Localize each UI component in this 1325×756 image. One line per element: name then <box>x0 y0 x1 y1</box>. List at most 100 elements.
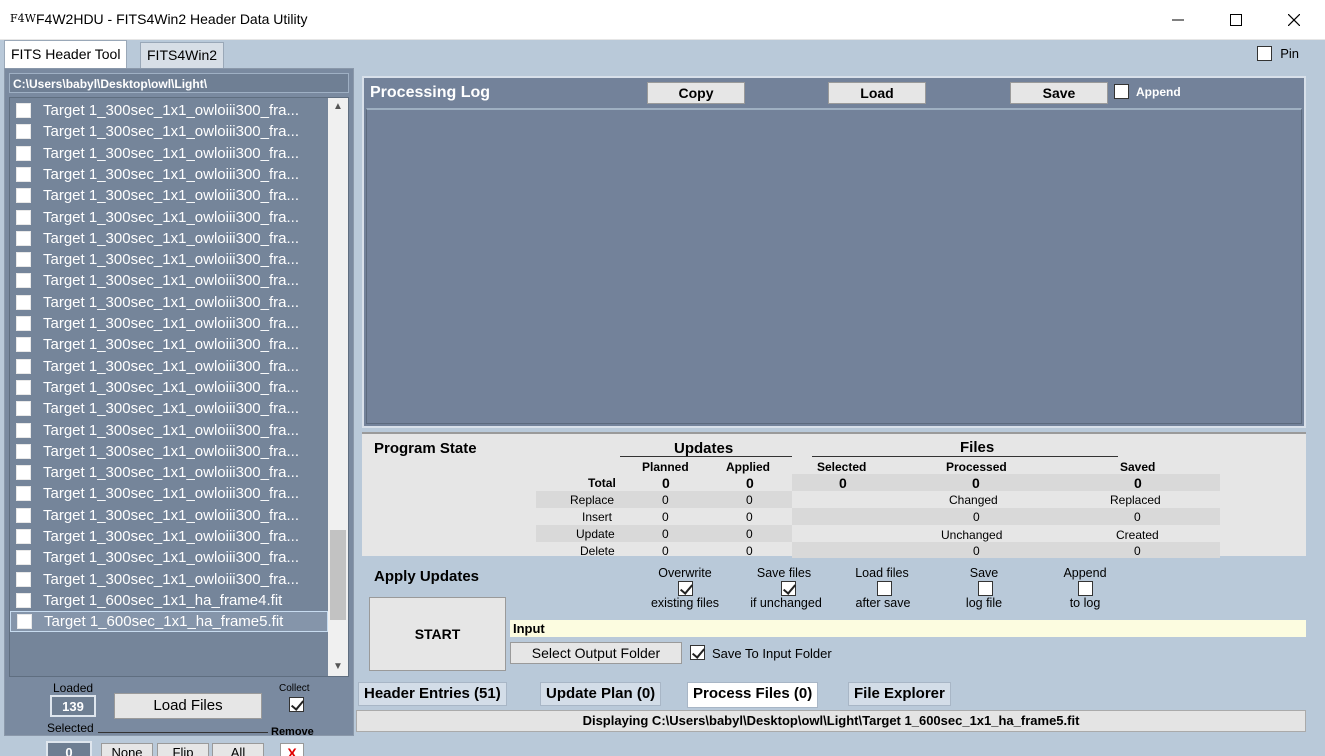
save-log-file-checkbox[interactable] <box>978 581 993 596</box>
save-to-input-folder-checkbox[interactable] <box>690 645 705 660</box>
list-item[interactable]: Target 1_300sec_1x1_owloiii300_fra... <box>10 483 328 504</box>
file-checkbox[interactable] <box>16 401 31 417</box>
save-unchanged-checkbox[interactable] <box>781 581 796 596</box>
maximize-button[interactable] <box>1207 0 1265 40</box>
pin-toggle[interactable]: Pin <box>1257 46 1299 61</box>
start-button[interactable]: START <box>369 597 506 671</box>
load-after-save-checkbox[interactable] <box>877 581 892 596</box>
list-item[interactable]: Target 1_300sec_1x1_owloiii300_fra... <box>10 185 328 206</box>
file-checkbox[interactable] <box>16 209 31 225</box>
loaded-count: 139 <box>50 695 96 717</box>
list-item[interactable]: Target 1_300sec_1x1_owloiii300_fra... <box>10 121 328 142</box>
list-item[interactable]: Target 1_300sec_1x1_owloiii300_fra... <box>10 100 328 121</box>
list-item[interactable]: Target 1_300sec_1x1_owloiii300_fra... <box>10 164 328 185</box>
file-checkbox[interactable] <box>16 550 31 566</box>
file-checkbox[interactable] <box>16 124 31 140</box>
file-checkbox[interactable] <box>16 103 31 118</box>
list-item[interactable]: Target 1_300sec_1x1_owloiii300_fra... <box>10 462 328 483</box>
file-checkbox[interactable] <box>16 188 31 204</box>
file-list[interactable]: Target 1_600sec_1x1_ha_frame5.fit Target … <box>9 97 349 677</box>
list-item[interactable]: Target 1_300sec_1x1_owloiii300_fra... <box>10 441 328 462</box>
overwrite-checkbox[interactable] <box>678 581 693 596</box>
collect-checkbox[interactable] <box>289 697 304 712</box>
file-checkbox[interactable] <box>16 358 31 374</box>
list-item[interactable]: Target 1_300sec_1x1_owloiii300_fra... <box>10 526 328 547</box>
list-item[interactable]: Target 1_300sec_1x1_owloiii300_fra... <box>10 292 328 313</box>
list-item[interactable]: Target 1_300sec_1x1_owloiii300_fra... <box>10 334 328 355</box>
remove-files-button[interactable]: X <box>280 743 304 756</box>
list-item[interactable]: Target 1_300sec_1x1_owloiii300_fra... <box>10 207 328 228</box>
file-checkbox[interactable] <box>16 422 31 438</box>
file-list-scrollbar[interactable]: ▲ ▼ <box>328 98 348 676</box>
close-icon <box>1288 14 1300 26</box>
program-state-title: Program State <box>374 440 477 457</box>
file-checkbox[interactable] <box>16 379 31 395</box>
file-checkbox[interactable] <box>16 486 31 502</box>
list-item[interactable]: Target 1_300sec_1x1_owloiii300_fra... <box>10 228 328 249</box>
list-item[interactable]: Target 1_300sec_1x1_owloiii300_fra... <box>10 356 328 377</box>
list-item[interactable]: Target 1_300sec_1x1_owloiii300_fra... <box>10 270 328 291</box>
file-checkbox[interactable] <box>16 571 31 587</box>
flip-selection-button[interactable]: Flip <box>157 743 209 756</box>
file-panel: C:\Users\babyl\Desktop\owl\Light\ Target… <box>4 68 354 736</box>
minimize-icon <box>1172 19 1184 21</box>
list-item[interactable]: Target 1_300sec_1x1_owloiii300_fra... <box>10 377 328 398</box>
file-checkbox[interactable] <box>16 443 31 459</box>
file-checkbox[interactable] <box>16 252 31 268</box>
select-none-button[interactable]: None <box>101 743 153 756</box>
tab-fits-header-tool[interactable]: FITS Header Tool <box>4 40 128 68</box>
append-to-log-checkbox[interactable] <box>1078 581 1093 596</box>
load-files-button[interactable]: Load Files <box>114 693 262 719</box>
tab-update-plan[interactable]: Update Plan (0) <box>540 682 662 706</box>
saved-total: 0 <box>1134 475 1142 491</box>
file-checkbox[interactable] <box>16 592 31 608</box>
file-name: Target 1_300sec_1x1_owloiii300_fra... <box>43 102 300 119</box>
planned-update: 0 <box>662 527 669 541</box>
close-button[interactable] <box>1265 0 1323 40</box>
file-checkbox[interactable] <box>16 273 31 289</box>
file-name: Target 1_300sec_1x1_owloiii300_fra... <box>43 165 300 183</box>
list-item[interactable]: Target 1_600sec_1x1_ha_frame4.fit <box>10 590 328 611</box>
pin-checkbox[interactable] <box>1257 46 1273 61</box>
select-all-button[interactable]: All <box>212 743 264 756</box>
file-checkbox[interactable] <box>16 465 31 481</box>
file-checkbox[interactable] <box>16 166 31 182</box>
scroll-down-icon[interactable]: ▼ <box>328 658 348 676</box>
list-item[interactable]: Target 1_300sec_1x1_owloiii300_fra... <box>10 569 328 590</box>
file-checkbox[interactable] <box>16 337 31 353</box>
file-checkbox[interactable] <box>16 145 31 161</box>
tab-fits4win2[interactable]: FITS4Win2 <box>140 42 225 68</box>
file-checkbox[interactable] <box>16 529 31 544</box>
list-item[interactable]: Target 1_300sec_1x1_owloiii300_fra... <box>10 420 328 441</box>
overwrite-label-top: Overwrite <box>658 566 712 580</box>
copy-log-button[interactable]: Copy <box>647 82 745 104</box>
maximize-icon <box>1230 14 1242 26</box>
load-log-button[interactable]: Load <box>828 82 926 104</box>
tab-header-entries[interactable]: Header Entries (51) <box>358 682 507 706</box>
list-item[interactable]: Target 1_300sec_1x1_owloiii300_fra... <box>10 505 328 526</box>
processing-log-textarea[interactable] <box>366 108 1302 424</box>
list-item[interactable]: Target 1_300sec_1x1_owloiii300_fra... <box>10 313 328 334</box>
select-output-folder-button[interactable]: Select Output Folder <box>510 642 682 664</box>
scrollbar-thumb[interactable] <box>330 530 346 620</box>
save-log-button[interactable]: Save <box>1010 82 1108 104</box>
list-item[interactable]: Target 1_300sec_1x1_owloiii300_fra... <box>10 398 328 419</box>
applied-total: 0 <box>746 475 754 491</box>
list-item[interactable]: Target 1_300sec_1x1_owloiii300_fra... <box>10 143 328 164</box>
tab-process-files[interactable]: Process Files (0) <box>687 682 819 708</box>
processing-log-panel: Processing Log Copy Load Save Append <box>362 76 1306 428</box>
scroll-up-icon[interactable]: ▲ <box>328 98 348 116</box>
append-log-checkbox[interactable] <box>1114 84 1129 99</box>
list-item[interactable]: Target 1_600sec_1x1_ha_frame5.fit <box>10 611 328 633</box>
file-checkbox[interactable] <box>16 316 31 331</box>
minimize-button[interactable] <box>1149 0 1207 40</box>
list-item[interactable]: Target 1_300sec_1x1_owloiii300_fra... <box>10 547 328 568</box>
tab-file-explorer[interactable]: File Explorer <box>848 682 951 706</box>
list-item[interactable]: Target 1_300sec_1x1_owloiii300_fra... <box>10 249 328 270</box>
file-checkbox[interactable] <box>16 294 31 310</box>
file-checkbox[interactable] <box>16 507 31 523</box>
file-checkbox[interactable] <box>16 230 31 246</box>
load-after-save-label-bottom: after save <box>855 596 911 610</box>
row-delete-label: Delete <box>580 544 615 558</box>
file-checkbox[interactable] <box>17 614 32 630</box>
